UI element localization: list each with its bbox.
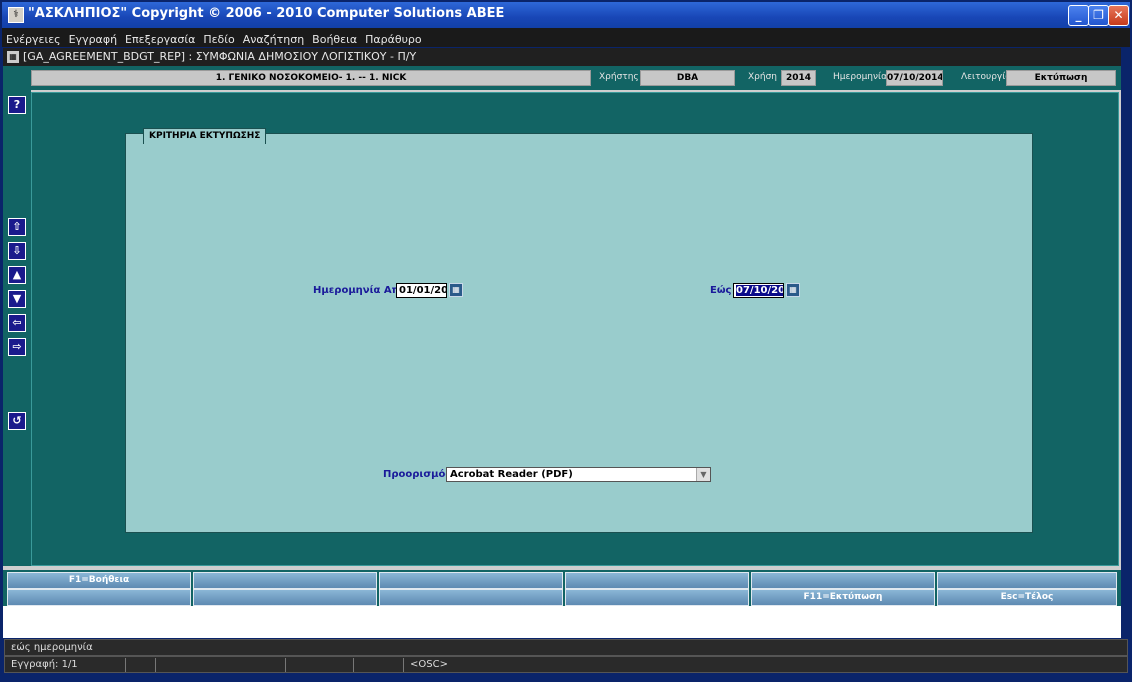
app-icon: ⚕: [8, 7, 24, 23]
fkey-empty: [751, 572, 935, 589]
main-area: ΚΡΙΤΗΡΙΑ ΕΚΤΥΠΩΣΗΣ Ημερομηνία Από 01/01/…: [31, 92, 1119, 566]
year-label: Χρήση: [748, 72, 777, 82]
status-cell: [353, 658, 403, 672]
operation-label: Λειτουργία: [961, 72, 1012, 82]
org-field: 1. ΓΕΝΙΚΟ ΝΟΣΟΚΟΜΕΙΟ- 1. -- 1. NICK: [31, 70, 591, 86]
menu-field[interactable]: Πεδίο: [199, 30, 238, 47]
status-cell: [285, 658, 353, 672]
previous-block-icon[interactable]: ⇦: [8, 314, 26, 332]
menu-search[interactable]: Αναζήτηση: [239, 30, 308, 47]
user-field: DBA: [640, 70, 735, 86]
help-icon[interactable]: ?: [8, 96, 26, 114]
last-record-icon[interactable]: ⇩: [8, 242, 26, 260]
previous-record-icon[interactable]: ▲: [8, 266, 26, 284]
f11-print-button[interactable]: F11=Εκτύπωση: [751, 589, 935, 606]
maximize-button[interactable]: ❐: [1088, 5, 1109, 26]
menu-help[interactable]: Βοήθεια: [308, 30, 361, 47]
calendar-icon[interactable]: ▦: [786, 283, 800, 297]
status-cell: [155, 658, 285, 672]
to-date-label: Εώς: [710, 285, 732, 296]
menu-window[interactable]: Παράθυρο: [361, 30, 426, 47]
osc-indicator: <OSC>: [403, 658, 1127, 672]
date-label: Ημερομηνία: [833, 72, 888, 82]
date-field: 07/10/2014: [886, 70, 943, 86]
status-bar: Εγγραφή: 1/1 <OSC>: [4, 656, 1128, 673]
destination-select[interactable]: Acrobat Reader (PDF) ▼: [446, 467, 711, 482]
fkey-empty: [7, 589, 191, 606]
form-window: ▦ [GA_AGREEMENT_BDGT_REP] : ΣΥΜΦΩΝΙΑ ΔΗΜ…: [3, 48, 1121, 638]
destination-label: Προορισμός: [383, 469, 452, 480]
info-bar: 1. ΓΕΝΙΚΟ ΝΟΣΟΚΟΜΕΙΟ- 1. -- 1. NICK Χρήσ…: [3, 66, 1121, 90]
close-button[interactable]: ✕: [1108, 5, 1129, 26]
fkey-empty: [565, 572, 749, 589]
year-field: 2014: [781, 70, 816, 86]
menu-bar: Ενέργειες Εγγραφή Επεξεργασία Πεδίο Αναζήτησ…: [2, 28, 1130, 47]
hint-text: εώς ημερομηνία: [11, 642, 93, 653]
blank-area: [3, 606, 1121, 638]
fkey-empty: [379, 572, 563, 589]
from-date-input[interactable]: 01/01/2014: [396, 283, 447, 298]
minimize-button[interactable]: _: [1068, 5, 1089, 26]
title-bar: ⚕ "ΑΣΚΛΗΠΙΟΣ" Copyright © 2006 - 2010 Co…: [2, 2, 1130, 28]
menu-record[interactable]: Εγγραφή: [65, 30, 121, 47]
menu-edit[interactable]: Επεξεργασία: [121, 30, 199, 47]
calendar-icon[interactable]: ▦: [449, 283, 463, 297]
form-title-bar: ▦ [GA_AGREEMENT_BDGT_REP] : ΣΥΜΦΩΝΙΑ ΔΗΜ…: [3, 48, 1121, 66]
form-title: [GA_AGREEMENT_BDGT_REP] : ΣΥΜΦΩΝΙΑ ΔΗΜΟΣ…: [23, 50, 417, 63]
fkey-empty: [193, 572, 377, 589]
next-block-icon[interactable]: ⇨: [8, 338, 26, 356]
function-keys: F1=Βοήθεια F11=Εκτύπωση Esc=Τέλος: [3, 570, 1121, 606]
esc-exit-button[interactable]: Esc=Τέλος: [937, 589, 1117, 606]
operation-field: Εκτύπωση: [1006, 70, 1116, 86]
record-counter: Εγγραφή: 1/1: [11, 659, 78, 670]
f1-help-button[interactable]: F1=Βοήθεια: [7, 572, 191, 589]
user-label: Χρήστης: [599, 72, 639, 82]
hint-bar: εώς ημερομηνία: [4, 639, 1128, 656]
destination-value: Acrobat Reader (PDF): [450, 469, 573, 480]
status-cell: [125, 658, 155, 672]
window-title: "ΑΣΚΛΗΠΙΟΣ" Copyright © 2006 - 2010 Comp…: [28, 6, 505, 21]
fkey-empty: [193, 589, 377, 606]
to-date-value: 07/10/2014: [736, 285, 783, 296]
fkey-empty: [379, 589, 563, 606]
undo-icon[interactable]: ↺: [8, 412, 26, 430]
fkey-empty: [565, 589, 749, 606]
panel-label: ΚΡΙΤΗΡΙΑ ΕΚΤΥΠΩΣΗΣ: [143, 128, 267, 144]
form-icon: ▦: [7, 51, 19, 63]
next-record-icon[interactable]: ▼: [8, 290, 26, 308]
menu-actions[interactable]: Ενέργειες: [2, 30, 65, 47]
app-window: ⚕ "ΑΣΚΛΗΠΙΟΣ" Copyright © 2006 - 2010 Co…: [0, 0, 1132, 682]
chevron-down-icon[interactable]: ▼: [696, 468, 710, 481]
first-record-icon[interactable]: ⇧: [8, 218, 26, 236]
to-date-input[interactable]: 07/10/2014: [733, 283, 784, 298]
toolbar-left: ? ⇧ ⇩ ▲ ▼ ⇦ ⇨ ↺: [3, 90, 31, 566]
from-date-label: Ημερομηνία Από: [313, 285, 407, 296]
print-criteria-panel: ΚΡΙΤΗΡΙΑ ΕΚΤΥΠΩΣΗΣ Ημερομηνία Από 01/01/…: [125, 128, 1033, 533]
fkey-empty: [937, 572, 1117, 589]
